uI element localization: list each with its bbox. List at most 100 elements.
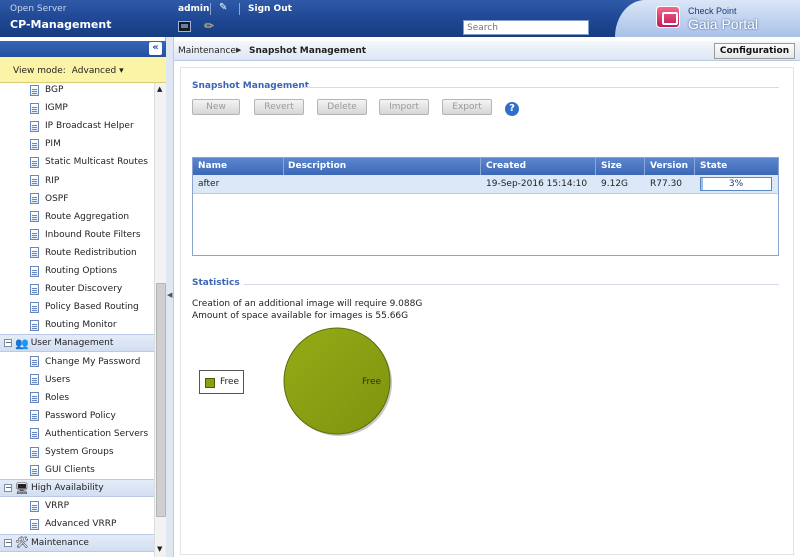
terminal-icon[interactable] <box>178 21 191 32</box>
page-icon <box>30 120 39 132</box>
sidebar-item-ip-broadcast-helper[interactable]: IP Broadcast Helper <box>30 117 134 135</box>
search-input[interactable] <box>463 20 589 35</box>
sidebar-item-vrrp[interactable]: VRRP <box>30 497 69 515</box>
pie-chart: Free <box>280 324 395 439</box>
sidebar-item-igmp[interactable]: IGMP <box>30 99 68 117</box>
top-header: Open Server CP-Management admin ✎ Sign O… <box>0 0 800 37</box>
column-divider[interactable] <box>480 158 481 175</box>
sidebar-item-policy-based-routing[interactable]: Policy Based Routing <box>30 298 139 316</box>
export-button[interactable]: Export <box>442 99 492 115</box>
column-header-name[interactable]: Name <box>198 161 227 171</box>
sidebar-item-routing-monitor[interactable]: Routing Monitor <box>30 316 117 334</box>
edit-user-icon[interactable]: ✎ <box>219 2 233 14</box>
page-icon <box>30 518 39 530</box>
view-mode-selector[interactable]: View mode: Advanced ▾ <box>0 57 166 83</box>
sidebar-item-routing-options[interactable]: Routing Options <box>30 262 117 280</box>
sidebar-item-inbound-route-filters[interactable]: Inbound Route Filters <box>30 226 141 244</box>
notes-icon[interactable]: ✏ <box>204 19 214 33</box>
sidebar-item-authentication-servers[interactable]: Authentication Servers <box>30 425 148 443</box>
header-divider <box>210 3 211 15</box>
column-header-description[interactable]: Description <box>288 161 346 171</box>
table-row[interactable]: after 19-Sep-2016 15:14:10 9.12G R77.30 … <box>193 175 778 194</box>
sidebar-item-bgp[interactable]: BGP <box>30 83 63 99</box>
content-area: Snapshot Management New Revert Delete Im… <box>180 67 794 555</box>
sidebar-item-label: Advanced VRRP <box>45 519 117 530</box>
sidebar-item-gui-clients[interactable]: GUI Clients <box>30 461 95 479</box>
sidebar-item-advanced-vrrp[interactable]: Advanced VRRP <box>30 515 116 533</box>
sidebar-item-ospf[interactable]: OSPF <box>30 190 68 208</box>
sidebar-item-rip[interactable]: RIP <box>30 172 59 190</box>
page-icon <box>30 247 39 259</box>
column-header-size[interactable]: Size <box>601 161 622 171</box>
sidebar-group-user-management[interactable]: − 👥 User Management <box>0 334 154 353</box>
sidebar-item-label: Users <box>45 374 71 385</box>
collapse-group-icon[interactable]: − <box>4 538 12 547</box>
page-icon <box>30 175 39 186</box>
scrollbar-thumb[interactable] <box>156 283 166 517</box>
snapshot-table: Name Description Created Size Version St… <box>192 157 779 256</box>
sidebar-item-route-redistribution[interactable]: Route Redistribution <box>30 244 137 262</box>
sidebar-item-label: RIP <box>45 175 60 186</box>
breadcrumb-parent[interactable]: Maintenance <box>178 46 236 56</box>
column-divider[interactable] <box>644 158 645 175</box>
sidebar-item-roles[interactable]: Roles <box>30 389 69 407</box>
page-icon <box>30 500 39 512</box>
sidebar-item-pim[interactable]: PIM <box>30 135 61 153</box>
sidebar-group-high-availability[interactable]: − 🖥 High Availability <box>0 479 154 498</box>
page-icon <box>30 464 39 476</box>
collapse-group-icon[interactable]: − <box>4 484 12 493</box>
navigation-tree: BGP IGMP IP Broadcast Helper PIM Static Mult… <box>0 83 154 557</box>
page-icon <box>30 229 39 241</box>
configuration-button[interactable]: Configuration <box>714 43 795 59</box>
column-divider[interactable] <box>283 158 284 175</box>
sidebar-group-label: Maintenance <box>30 537 89 548</box>
sidebar-group-maintenance[interactable]: − 🛠 Maintenance <box>0 533 154 552</box>
page-icon <box>30 301 39 313</box>
sidebar-item-users[interactable]: Users <box>30 371 70 389</box>
sidebar-item-route-aggregation[interactable]: Route Aggregation <box>30 208 129 226</box>
current-user: admin <box>178 4 210 14</box>
sidebar-item-label: Password Policy <box>45 410 116 421</box>
scroll-up-icon[interactable]: ▲ <box>157 85 162 93</box>
help-icon[interactable]: ? <box>505 102 519 116</box>
sidebar-item-system-groups[interactable]: System Groups <box>30 443 114 461</box>
page-icon <box>30 374 39 386</box>
page-icon <box>30 356 39 367</box>
sidebar-item-password-policy[interactable]: Password Policy <box>30 407 116 425</box>
sidebar-item-label: System Groups <box>45 447 114 457</box>
snapshot-section-title: Snapshot Management <box>192 81 310 91</box>
sidebar-item-static-multicast-routes[interactable]: Static Multicast Routes <box>30 153 148 171</box>
sidebar-splitter[interactable]: ◀ <box>166 37 174 557</box>
section-divider <box>303 87 779 88</box>
collapse-group-icon[interactable]: − <box>4 339 12 348</box>
sidebar-item-label: Route Aggregation <box>45 211 130 222</box>
column-header-state[interactable]: State <box>700 161 727 171</box>
delete-button[interactable]: Delete <box>317 99 367 115</box>
revert-button[interactable]: Revert <box>254 99 304 115</box>
cell-created: 19-Sep-2016 15:14:10 <box>486 179 588 189</box>
sidebar-item-label: PIM <box>45 139 61 150</box>
column-divider[interactable] <box>595 158 596 175</box>
sign-out-link[interactable]: Sign Out <box>248 4 292 14</box>
sidebar-item-router-discovery[interactable]: Router Discovery <box>30 280 122 298</box>
sidebar-scrollbar[interactable]: ▲ ▼ <box>154 83 166 557</box>
scroll-down-icon[interactable]: ▼ <box>157 545 162 553</box>
sidebar-group-label: High Availability <box>30 483 104 494</box>
sidebar: « View mode: Advanced ▾ BGP IGMP IP Broadca… <box>0 37 166 557</box>
sidebar-item-label: VRRP <box>45 501 70 512</box>
splitter-arrow-icon[interactable]: ◀ <box>167 291 172 299</box>
page-icon <box>30 156 39 168</box>
pie-slice-label-free: Free <box>362 377 382 387</box>
view-mode-value[interactable]: Advanced ▾ <box>72 66 124 76</box>
page-icon <box>30 84 39 96</box>
collapse-sidebar-icon[interactable]: « <box>149 42 162 55</box>
sidebar-item-change-my-password[interactable]: Change My Password <box>30 353 140 371</box>
column-header-created[interactable]: Created <box>486 161 526 171</box>
stat-required-text: Creation of an additional image will req… <box>192 299 423 309</box>
column-header-version[interactable]: Version <box>650 161 688 171</box>
sidebar-item-label: IGMP <box>45 103 68 114</box>
new-button[interactable]: New <box>192 99 240 115</box>
sidebar-item-label: Authentication Servers <box>45 428 149 439</box>
column-divider[interactable] <box>694 158 695 175</box>
import-button[interactable]: Import <box>379 99 429 115</box>
